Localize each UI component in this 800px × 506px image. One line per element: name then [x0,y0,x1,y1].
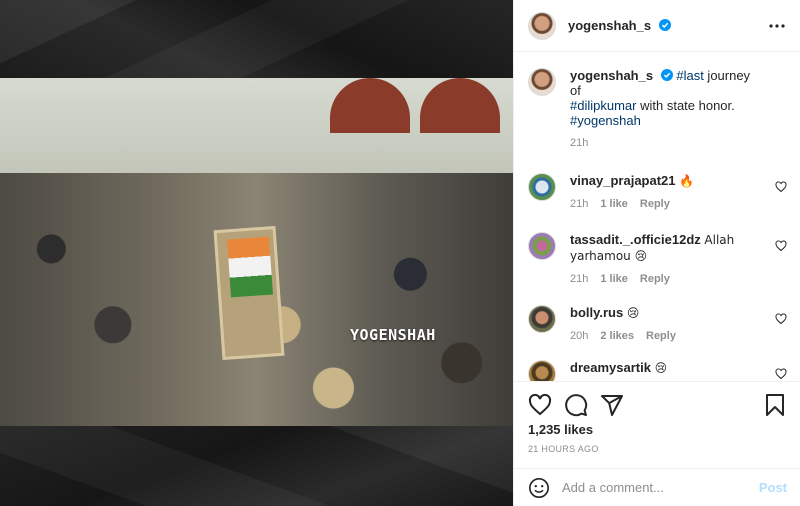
caption-text: with state honor. [636,98,735,113]
comment-item: vinay_prajapat21 🔥 21h 1 like Reply [528,173,787,212]
likes-count[interactable]: 1,235 likes [528,422,593,437]
post-media[interactable]: YOGENSHAH [0,0,513,506]
hashtag-link[interactable]: #yogenshah [570,113,641,128]
comment-likes[interactable]: 1 like [600,197,628,212]
comment-icon[interactable] [564,393,588,417]
paper-texture-bottom [0,426,513,506]
commenter-avatar[interactable] [528,173,556,201]
caption-username[interactable]: yogenshah_s [570,68,653,83]
comment-username[interactable]: dreamysartik [570,360,651,375]
emoji-icon[interactable] [528,477,550,499]
comment-text: 🔥 [679,174,695,188]
author-avatar[interactable] [528,68,556,96]
commenter-avatar[interactable] [528,305,556,333]
bookmark-icon[interactable] [763,393,787,417]
comment-username[interactable]: tassadit._.officie12dz [570,232,701,247]
photo-flag [227,236,273,298]
caption-time[interactable]: 21h [570,136,588,151]
comment-username[interactable]: vinay_prajapat21 [570,173,676,188]
post-timestamp[interactable]: 21 HOURS AGO [528,444,599,454]
comment-time[interactable]: 21h [570,272,588,287]
comment-likes[interactable]: 1 like [600,272,628,287]
comment-input[interactable] [562,480,759,495]
verified-icon [660,69,673,81]
comment-text: 😢 [626,306,640,320]
heart-icon[interactable] [775,313,787,325]
heart-icon[interactable] [775,240,787,252]
post-photo: YOGENSHAH [0,78,513,426]
reply-button[interactable]: Reply [646,329,676,344]
more-icon[interactable] [767,16,787,36]
hashtag-link[interactable]: #last [676,68,703,83]
author-username[interactable]: yogenshah_s [568,18,671,33]
heart-icon[interactable] [775,181,787,193]
add-comment-bar: Post [514,468,800,506]
reply-button[interactable]: Reply [640,197,670,212]
post-sidebar: yogenshah_s yogenshah_s #last journey of… [513,0,800,506]
post-caption: yogenshah_s #last journey of #dilipkumar… [528,68,787,151]
post-header: yogenshah_s [514,0,800,52]
heart-icon[interactable] [528,393,552,417]
commenter-avatar[interactable] [528,360,556,381]
comments-list[interactable]: yogenshah_s #last journey of #dilipkumar… [514,52,800,381]
photo-watermark: YOGENSHAH [350,326,436,344]
comment-username[interactable]: bolly.rus [570,305,623,320]
heart-icon[interactable] [775,368,787,380]
comment-likes[interactable]: 2 likes [600,329,634,344]
comment-time[interactable]: 21h [570,197,588,212]
share-icon[interactable] [600,393,624,417]
comment-item: tassadit._.officie12dz Allah yarhamou 😢 … [528,232,787,287]
verified-icon [658,19,671,31]
hashtag-link[interactable]: #dilipkumar [570,98,636,113]
commenter-avatar[interactable] [528,232,556,260]
comment-text: 😢 [654,361,668,375]
paper-texture-top [0,0,513,78]
action-bar [514,381,800,427]
comment-item: bolly.rus 😢 20h 2 likes Reply [528,305,787,344]
reply-button[interactable]: Reply [640,272,670,287]
post-button[interactable]: Post [759,480,787,495]
comment-time[interactable]: 20h [570,329,588,344]
comment-item: dreamysartik 😢 [528,360,787,381]
author-avatar[interactable] [528,11,556,40]
